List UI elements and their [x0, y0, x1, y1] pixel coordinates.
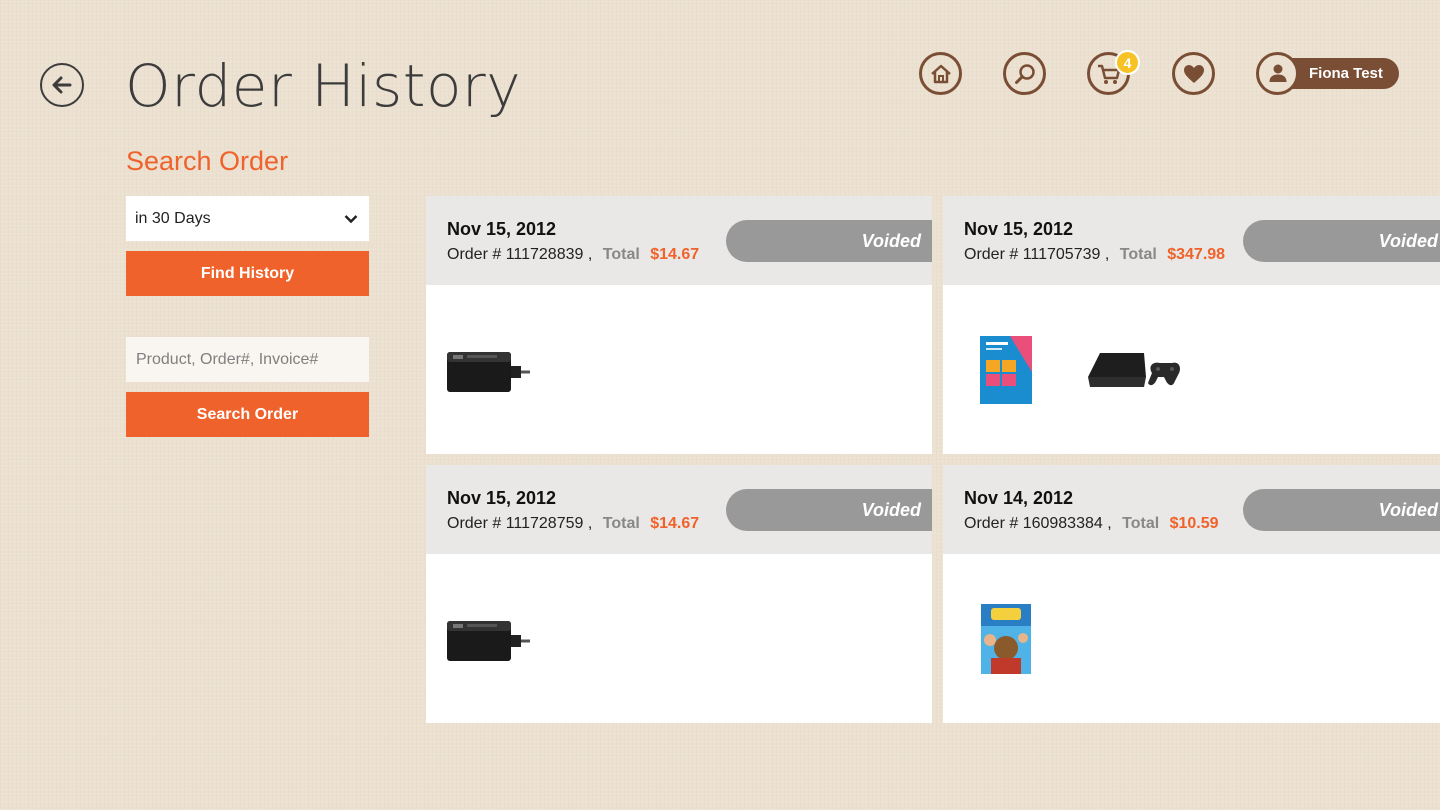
avatar [1256, 51, 1299, 95]
home-icon [930, 64, 951, 83]
user-name: Fiona Test [1291, 57, 1399, 89]
order-meta: Order # 111728839 , Total $14.67 [447, 246, 699, 264]
order-card[interactable]: Nov 15, 2012 Order # 111705739 , Total $… [943, 196, 1440, 454]
status-badge: Voided [726, 489, 932, 531]
home-button[interactable] [919, 52, 962, 95]
order-card-header: Nov 15, 2012 Order # 111705739 , Total $… [943, 196, 1440, 285]
period-dropdown[interactable]: in 30 Days [126, 196, 369, 241]
page-title: Order History [125, 52, 522, 120]
order-meta: Order # 160983384 , Total $10.59 [964, 515, 1219, 533]
order-card[interactable]: Nov 15, 2012 Order # 111728839 , Total $… [426, 196, 932, 454]
search-button[interactable] [1003, 52, 1046, 95]
search-order-button[interactable]: Search Order [126, 392, 369, 437]
order-number: Order # 160983384 , [964, 515, 1112, 532]
back-button[interactable] [40, 63, 84, 107]
product-thumbnail-dvd-cover[interactable] [981, 604, 1031, 679]
order-date: Nov 15, 2012 [447, 488, 557, 508]
period-selected-value: in 30 Days [135, 209, 211, 227]
total-label: Total [602, 515, 640, 532]
total-label: Total [1122, 515, 1160, 532]
order-meta: Order # 111728759 , Total $14.67 [447, 515, 699, 533]
search-order-heading: Search Order [126, 146, 289, 176]
status-badge: Voided [726, 220, 932, 262]
status-badge: Voided [1243, 489, 1440, 531]
product-thumbnail-ps3-console[interactable] [1086, 347, 1180, 400]
total-label: Total [602, 246, 640, 263]
cart-count-badge: 4 [1115, 50, 1140, 75]
order-card-header: Nov 15, 2012 Order # 111728759 , Total $… [426, 465, 932, 554]
chevron-down-icon [344, 214, 358, 223]
favorites-button[interactable] [1172, 52, 1215, 95]
user-account-button[interactable]: Fiona Test [1256, 51, 1399, 95]
order-total: $347.98 [1167, 246, 1226, 263]
total-label: Total [1119, 246, 1157, 263]
order-card[interactable]: Nov 15, 2012 Order # 111728759 , Total $… [426, 465, 932, 723]
order-card[interactable]: Nov 14, 2012 Order # 160983384 , Total $… [943, 465, 1440, 723]
order-total: $14.67 [650, 246, 700, 263]
order-date: Nov 15, 2012 [964, 219, 1074, 239]
find-history-button[interactable]: Find History [126, 251, 369, 296]
order-card-header: Nov 14, 2012 Order # 160983384 , Total $… [943, 465, 1440, 554]
heart-icon [1183, 64, 1204, 83]
product-thumbnail-usb-adapter[interactable] [445, 346, 531, 399]
order-meta: Order # 111705739 , Total $347.98 [964, 246, 1225, 264]
order-date: Nov 14, 2012 [964, 488, 1074, 508]
order-card-header: Nov 15, 2012 Order # 111728839 , Total $… [426, 196, 932, 285]
order-number: Order # 111705739 , [964, 246, 1110, 263]
order-search-input[interactable] [126, 337, 369, 382]
order-date: Nov 15, 2012 [447, 219, 557, 239]
product-thumbnail-windows-8-box[interactable] [980, 336, 1032, 409]
search-icon [1014, 63, 1035, 84]
status-badge: Voided [1243, 220, 1440, 262]
order-total: $14.67 [650, 515, 700, 532]
user-icon [1269, 64, 1286, 82]
order-number: Order # 111728759 , [447, 515, 593, 532]
order-total: $10.59 [1169, 515, 1219, 532]
order-number: Order # 111728839 , [447, 246, 593, 263]
product-thumbnail-usb-adapter[interactable] [445, 615, 531, 668]
back-arrow-icon [52, 76, 72, 94]
